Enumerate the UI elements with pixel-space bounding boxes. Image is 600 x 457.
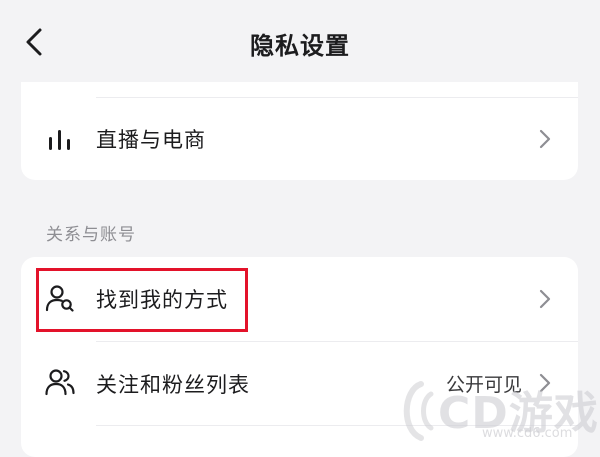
row-live-and-ecommerce[interactable]: 直播与电商 bbox=[21, 98, 578, 180]
header: 隐私设置 bbox=[0, 0, 600, 82]
settings-card-content: 直播与电商 bbox=[21, 82, 578, 180]
bar-chart-icon bbox=[45, 126, 75, 154]
row-label: 直播与电商 bbox=[96, 128, 206, 152]
chevron-right-icon bbox=[539, 289, 551, 309]
highlight-box bbox=[36, 268, 248, 332]
chevron-right-icon bbox=[539, 129, 551, 149]
section-label-relations-accounts: 关系与账号 bbox=[46, 225, 136, 245]
watermark-url: www.cd6.com bbox=[482, 426, 573, 441]
row-label: 关注和粉丝列表 bbox=[96, 373, 250, 397]
page-title: 隐私设置 bbox=[250, 32, 350, 60]
people-icon bbox=[45, 368, 75, 396]
